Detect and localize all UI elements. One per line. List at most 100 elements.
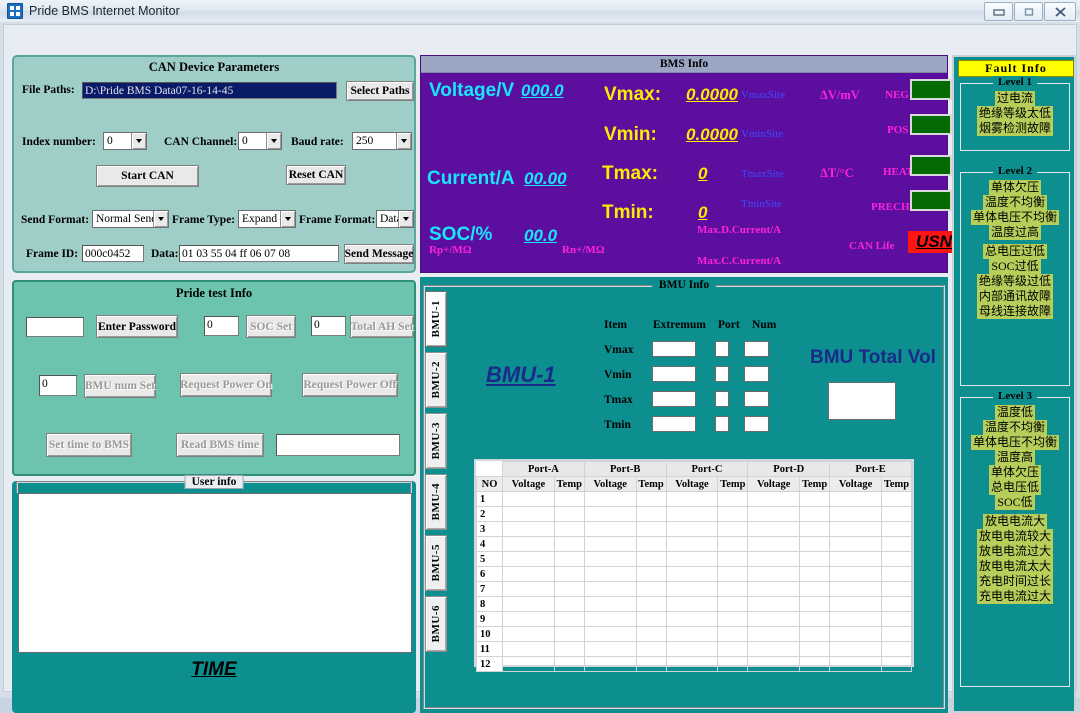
request-power-off-button[interactable]: Request Power Off xyxy=(302,373,398,397)
cell-value[interactable] xyxy=(553,491,585,507)
cell-value[interactable] xyxy=(880,521,913,537)
cell-value[interactable] xyxy=(747,551,801,567)
bmu-total-vol-value[interactable] xyxy=(828,382,896,420)
set-time-to-bms-button[interactable]: Set time to BMS xyxy=(46,433,132,457)
send-format-select[interactable]: Normal Send xyxy=(92,210,169,228)
fault-item[interactable]: 母线连接故障 xyxy=(976,304,1053,319)
cell-value[interactable] xyxy=(583,521,637,537)
cell-value[interactable] xyxy=(635,566,667,582)
cell-value[interactable] xyxy=(635,641,667,657)
cell-value[interactable] xyxy=(880,611,913,627)
cell-value[interactable] xyxy=(880,596,913,612)
cell-value[interactable] xyxy=(717,581,749,597)
cell-value[interactable] xyxy=(717,566,749,582)
close-button[interactable] xyxy=(1044,2,1076,21)
cell-value[interactable] xyxy=(665,596,719,612)
cell-value[interactable] xyxy=(747,506,801,522)
table-row[interactable]: 7 xyxy=(476,581,913,597)
cell-value[interactable] xyxy=(583,506,637,522)
table-row[interactable]: 2 xyxy=(476,506,913,522)
cell-value[interactable] xyxy=(829,611,882,627)
fault-item[interactable]: 绝缘等级过低 xyxy=(976,274,1053,289)
vmax-num-box[interactable] xyxy=(744,341,769,357)
cell-value[interactable] xyxy=(880,626,913,642)
chevron-down-icon[interactable] xyxy=(396,133,411,149)
cell-value[interactable] xyxy=(829,566,882,582)
cell-value[interactable] xyxy=(829,656,882,672)
total-ah-input[interactable]: 0 xyxy=(311,316,346,336)
fault-item[interactable]: 内部通讯故障 xyxy=(976,289,1053,304)
cell-value[interactable] xyxy=(635,536,667,552)
cell-value[interactable] xyxy=(583,536,637,552)
cell-value[interactable] xyxy=(717,536,749,552)
table-row[interactable]: 8 xyxy=(476,596,913,612)
password-input[interactable] xyxy=(26,317,84,337)
cell-value[interactable] xyxy=(553,551,585,567)
cell-value[interactable] xyxy=(502,566,555,582)
cell-value[interactable] xyxy=(747,626,801,642)
cell-value[interactable] xyxy=(502,611,555,627)
fault-item[interactable]: SOC过低 xyxy=(989,259,1041,274)
enter-password-button[interactable]: Enter Password xyxy=(96,315,178,338)
cell-value[interactable] xyxy=(880,551,913,567)
tmax-extremum-box[interactable] xyxy=(652,391,696,407)
cell-value[interactable] xyxy=(635,656,667,672)
cell-value[interactable] xyxy=(553,536,585,552)
table-row[interactable]: 10 xyxy=(476,626,913,642)
cell-value[interactable] xyxy=(880,566,913,582)
cell-value[interactable] xyxy=(799,491,831,507)
cell-value[interactable] xyxy=(553,611,585,627)
cell-value[interactable] xyxy=(829,506,882,522)
user-info-list[interactable] xyxy=(18,493,412,653)
cell-value[interactable] xyxy=(880,536,913,552)
fault-item[interactable]: 过电流 xyxy=(994,91,1035,106)
cell-value[interactable] xyxy=(665,506,719,522)
cell-value[interactable] xyxy=(717,626,749,642)
cell-value[interactable] xyxy=(665,641,719,657)
cell-value[interactable] xyxy=(502,551,555,567)
soc-input[interactable]: 0 xyxy=(204,316,239,336)
fault-item[interactable]: 单体欠压 xyxy=(988,180,1041,195)
vmin-num-box[interactable] xyxy=(744,366,769,382)
tab-bmu-2[interactable]: BMU-2 xyxy=(425,352,447,408)
cell-value[interactable] xyxy=(553,641,585,657)
cell-value[interactable] xyxy=(635,551,667,567)
fault-item[interactable]: 总电压低 xyxy=(988,480,1041,495)
cell-value[interactable] xyxy=(880,581,913,597)
cell-value[interactable] xyxy=(665,551,719,567)
tmin-num-box[interactable] xyxy=(744,416,769,432)
cell-value[interactable] xyxy=(829,551,882,567)
cell-value[interactable] xyxy=(665,566,719,582)
cell-value[interactable] xyxy=(665,611,719,627)
tab-bmu-3[interactable]: BMU-3 xyxy=(425,413,447,469)
cell-value[interactable] xyxy=(502,626,555,642)
cell-value[interactable] xyxy=(502,581,555,597)
cell-value[interactable] xyxy=(665,536,719,552)
cell-value[interactable] xyxy=(583,641,637,657)
fault-item[interactable]: 放电电流较大 xyxy=(976,529,1053,544)
cell-value[interactable] xyxy=(799,551,831,567)
chevron-down-icon[interactable] xyxy=(280,211,295,227)
cell-value[interactable] xyxy=(799,566,831,582)
tmax-num-box[interactable] xyxy=(744,391,769,407)
cell-value[interactable] xyxy=(553,521,585,537)
frame-id-input[interactable]: 000c0452 xyxy=(82,245,144,262)
baud-rate-select[interactable]: 250 xyxy=(352,132,412,150)
cell-value[interactable] xyxy=(799,581,831,597)
cell-data-table[interactable]: Port-A Port-B Port-C Port-D Port-E NO Voltage T… xyxy=(474,459,914,672)
minimize-button[interactable] xyxy=(984,2,1013,21)
tmax-port-box[interactable] xyxy=(715,391,729,407)
cell-value[interactable] xyxy=(799,626,831,642)
cell-value[interactable] xyxy=(635,491,667,507)
fault-item[interactable]: 烟雾检测故障 xyxy=(976,121,1053,136)
cell-value[interactable] xyxy=(717,596,749,612)
start-can-button[interactable]: Start CAN xyxy=(96,165,199,187)
cell-value[interactable] xyxy=(799,656,831,672)
table-row[interactable]: 1 xyxy=(476,491,913,507)
cell-value[interactable] xyxy=(747,521,801,537)
cell-value[interactable] xyxy=(583,551,637,567)
soc-set-button[interactable]: SOC Set xyxy=(246,315,296,338)
table-row[interactable]: 3 xyxy=(476,521,913,537)
cell-value[interactable] xyxy=(829,641,882,657)
cell-value[interactable] xyxy=(747,611,801,627)
